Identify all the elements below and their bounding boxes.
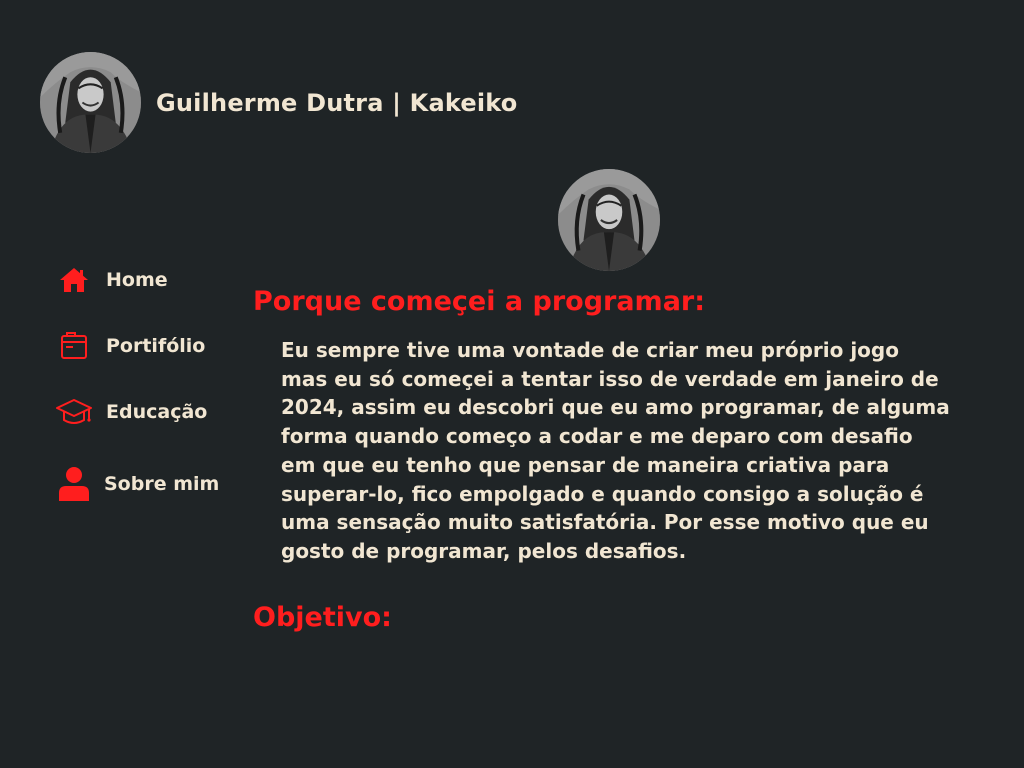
sidebar-item-label: Sobre mim [104,473,220,495]
page: Guilherme Dutra | Kakeiko Home Portifóli… [0,0,1024,768]
section-title-why-programming: Porque começei a programar: [253,286,706,317]
samurai-portrait-icon [558,169,660,271]
sidebar-item-portfolio[interactable]: Portifólio [56,328,205,364]
sidebar-item-about[interactable]: Sobre mim [56,466,219,502]
site-title: Guilherme Dutra | Kakeiko [156,88,518,117]
section-title-objective: Objetivo: [253,602,392,633]
folder-icon [56,328,92,364]
user-icon [56,466,92,502]
sidebar-item-home[interactable]: Home [56,262,168,298]
header: Guilherme Dutra | Kakeiko [40,52,517,153]
sidebar-item-label: Educação [106,401,208,423]
graduation-cap-icon [56,394,92,430]
sidebar-item-label: Home [106,269,168,291]
samurai-portrait-icon [40,52,141,153]
profile-picture [558,169,660,271]
section-paragraph: Eu sempre tive uma vontade de criar meu … [281,338,950,563]
sidebar-item-education[interactable]: Educação [56,394,207,430]
sidebar-item-label: Portifólio [106,335,206,357]
avatar [40,52,141,153]
home-icon [56,262,92,298]
